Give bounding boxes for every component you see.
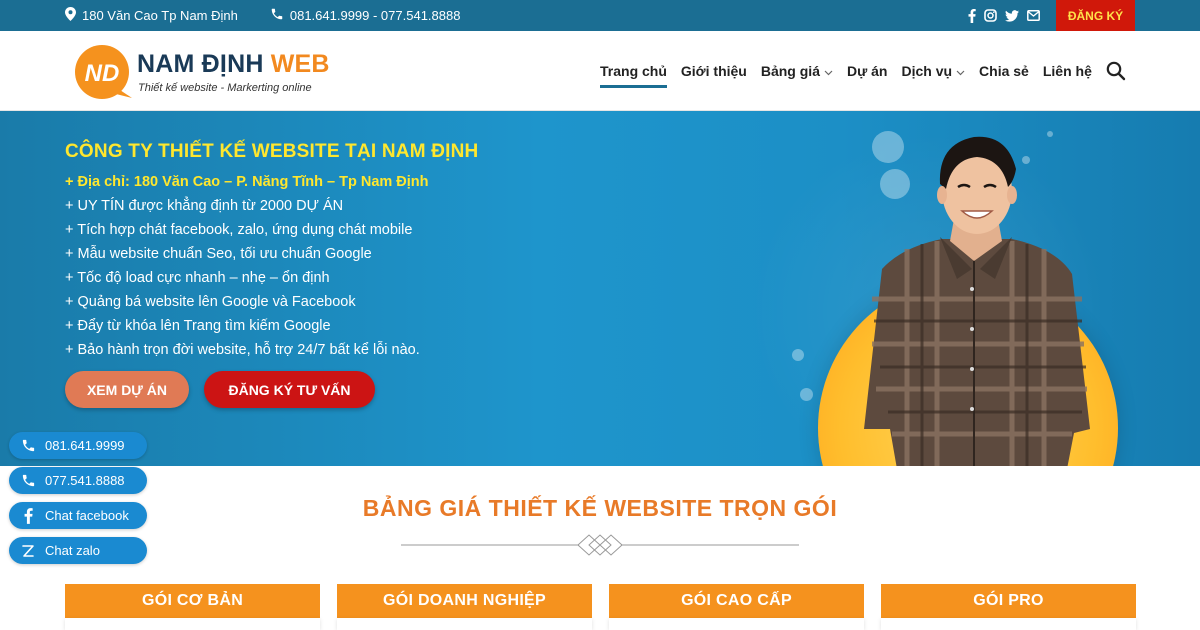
plan-pro-header: GÓI PRO (881, 584, 1136, 618)
nav-services-label: Dịch vụ (901, 63, 953, 79)
logo-brand: NAM ĐỊNH WEB (137, 50, 330, 79)
nav-contact[interactable]: Liên hệ (1043, 31, 1092, 111)
hero-feature-line: + Bảo hành trọn đời website, hỗ trợ 24/7… (65, 342, 420, 358)
bubble-decoration (800, 388, 813, 401)
twitter-icon[interactable] (1005, 9, 1019, 22)
plan-premium-header: GÓI CAO CẤP (609, 584, 864, 618)
logo-tagline: Thiết kế website - Markerting online (138, 82, 312, 94)
brand-suffix: WEB (270, 50, 330, 78)
hero-person-image (864, 136, 1090, 466)
hero-feature-line: + Quảng bá website lên Google và Faceboo… (65, 294, 356, 310)
hero-feature-line: + UY TÍN được khẳng định từ 2000 DỰ ÁN (65, 198, 344, 214)
plan-basic-header: GÓI CƠ BẢN (65, 584, 320, 618)
facebook-icon[interactable] (968, 8, 976, 23)
float-call-button-1[interactable]: 081.641.9999 (9, 432, 147, 459)
float-label: 077.541.8888 (45, 473, 125, 488)
main-nav: Trang chủ Giới thiệu Bảng giá Dự án Dịch… (600, 31, 1126, 111)
top-address: 180 Văn Cao Tp Nam Định (82, 8, 238, 23)
header: ND NAM ĐỊNH WEB Thiết kế website - Marke… (0, 31, 1200, 111)
phone-icon (19, 472, 37, 490)
register-button[interactable]: ĐĂNG KÝ (1056, 0, 1135, 31)
top-bar: 180 Văn Cao Tp Nam Định 081.641.9999 - 0… (0, 0, 1200, 31)
brand-name: NAM ĐỊNH (137, 50, 264, 78)
logo[interactable]: ND NAM ĐỊNH WEB Thiết kế website - Marke… (72, 44, 329, 100)
plan-business-card (337, 618, 592, 630)
hero-feature-line: + Mẫu website chuẩn Seo, tối ưu chuẩn Go… (65, 246, 372, 262)
consult-register-button[interactable]: ĐĂNG KÝ TƯ VẤN (204, 371, 375, 408)
top-contact: 180 Văn Cao Tp Nam Định 081.641.9999 - 0… (65, 0, 460, 31)
float-label: Chat zalo (45, 543, 100, 558)
float-label: 081.641.9999 (45, 438, 125, 453)
bubble-decoration (792, 349, 804, 361)
float-zalo-button[interactable]: Chat zalo (9, 537, 147, 564)
hero-banner: CÔNG TY THIẾT KẾ WEBSITE TẠI NAM ĐỊNH + … (0, 111, 1200, 466)
social-links (968, 0, 1040, 31)
nav-pricing[interactable]: Bảng giá (761, 31, 833, 111)
nav-contact-label: Liên hệ (1042, 63, 1092, 79)
plan-business-header: GÓI DOANH NGHIỆP (337, 584, 592, 618)
nav-about-label: Giới thiệu (680, 63, 747, 79)
search-icon (1106, 61, 1126, 81)
search-button[interactable] (1106, 31, 1126, 111)
chevron-down-icon (824, 63, 833, 79)
zalo-icon (19, 542, 37, 560)
nav-pricing-label: Bảng giá (760, 63, 820, 79)
nav-share[interactable]: Chia sẻ (979, 31, 1029, 111)
hero-feature-line: + Tốc độ load cực nhanh – nhẹ – ổn định (65, 270, 330, 286)
hero-address-line: + Địa chỉ: 180 Văn Cao – P. Năng Tĩnh – … (65, 174, 429, 190)
view-projects-button[interactable]: XEM DỰ ÁN (65, 371, 189, 408)
email-icon[interactable] (1027, 10, 1040, 21)
hero-feature-line: + Tích hợp chát facebook, zalo, ứng dụng… (65, 222, 413, 238)
nav-projects[interactable]: Dự án (847, 31, 887, 111)
pricing-title: BẢNG GIÁ THIẾT KẾ WEBSITE TRỌN GÓI (362, 495, 838, 521)
chevron-down-icon (956, 63, 965, 79)
phone-icon (270, 7, 284, 24)
instagram-icon[interactable] (984, 9, 997, 22)
logo-badge-icon: ND (75, 45, 132, 99)
top-phones[interactable]: 081.641.9999 - 077.541.8888 (290, 8, 461, 23)
phone-icon (19, 437, 37, 455)
nav-projects-label: Dự án (846, 63, 888, 79)
ornament-divider (401, 534, 799, 556)
nav-about[interactable]: Giới thiệu (681, 31, 747, 111)
plan-basic-card (65, 618, 320, 630)
hero-feature-list: + Địa chỉ: 180 Văn Cao – P. Năng Tĩnh – … (65, 171, 429, 363)
float-call-button-2[interactable]: 077.541.8888 (9, 467, 147, 494)
nav-services[interactable]: Dịch vụ (901, 31, 965, 111)
nav-home-label: Trang chủ (600, 63, 667, 79)
plan-premium-card (609, 618, 864, 630)
plan-pro-card (881, 618, 1136, 630)
hero-title: CÔNG TY THIẾT KẾ WEBSITE TẠI NAM ĐỊNH (65, 141, 479, 162)
nav-share-label: Chia sẻ (979, 63, 1029, 79)
hero-feature-line: + Đẩy từ khóa lên Trang tìm kiếm Google (65, 318, 331, 334)
map-pin-icon (65, 7, 76, 24)
logo-badge-text: ND (85, 60, 120, 87)
nav-home[interactable]: Trang chủ (600, 31, 667, 111)
